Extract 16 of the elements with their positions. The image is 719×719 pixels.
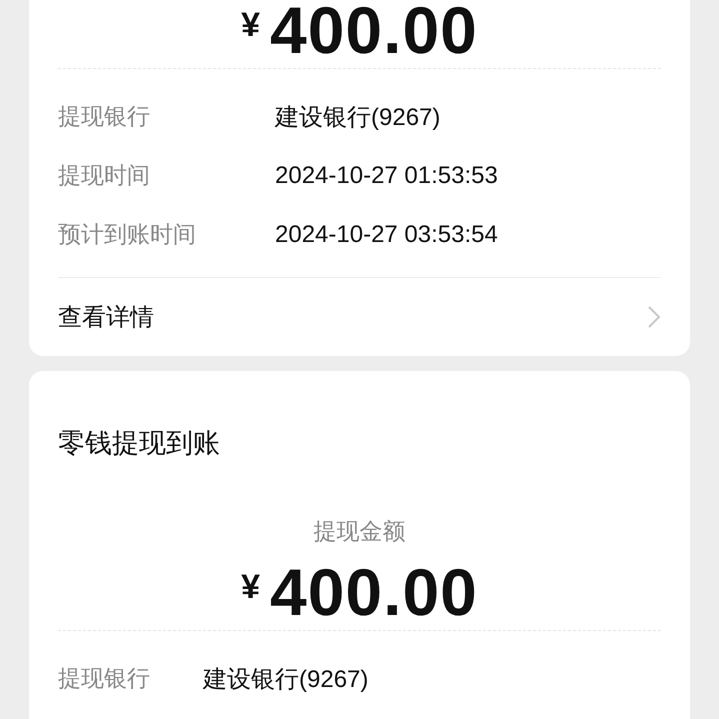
card-title: 零钱提现到账 <box>58 427 221 461</box>
field-value: 2024-10-27 03:53:54 <box>275 220 498 248</box>
currency-symbol: ¥ <box>241 568 260 607</box>
amount-label: 提现金额 <box>312 518 406 547</box>
details-link[interactable]: 查看详情 <box>58 278 661 356</box>
amount-value: 400.00 <box>270 562 478 622</box>
field-label: 提现时间 <box>58 162 151 191</box>
currency-symbol: ¥ <box>241 6 260 45</box>
field-label: 预计到账时间 <box>58 221 197 250</box>
field-value: 建设银行(9267) <box>203 664 368 694</box>
field-label: 提现银行 <box>58 103 151 132</box>
field-value: 建设银行(9267) <box>275 102 440 132</box>
amount-value: 400.00 <box>270 0 478 60</box>
chevron-right-icon <box>647 305 661 329</box>
field-value: 2024-10-27 01:53:53 <box>275 162 498 190</box>
field-label: 提现银行 <box>58 665 151 694</box>
